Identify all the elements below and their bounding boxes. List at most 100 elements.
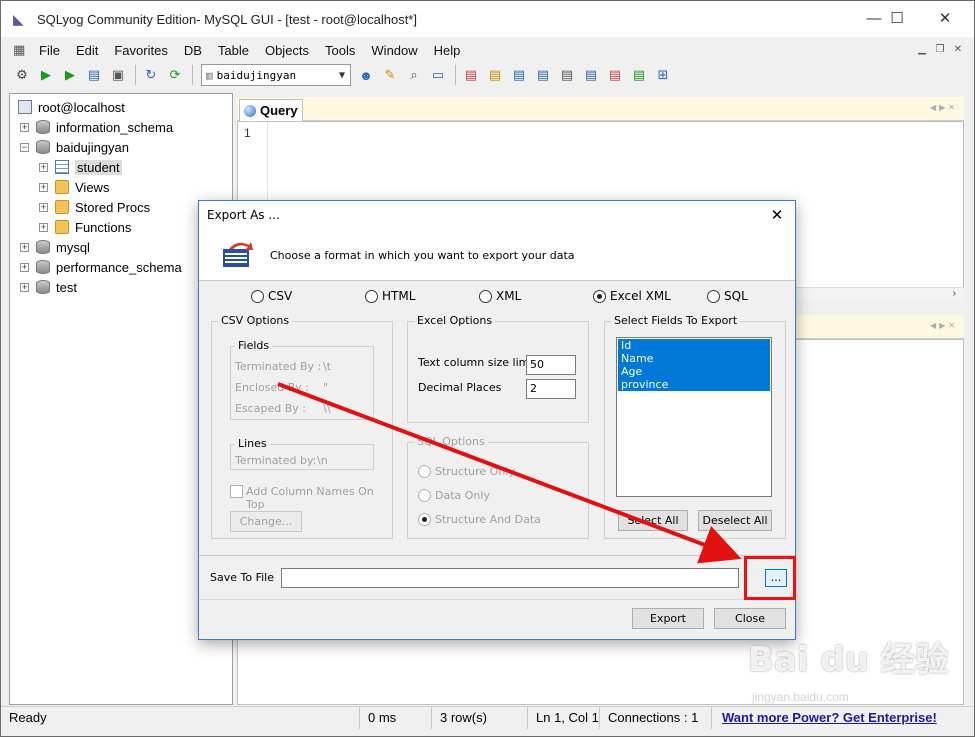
execute-query-icon[interactable]: ▶ (35, 64, 57, 86)
tree-db-mysql[interactable]: + mysql (20, 237, 90, 257)
tab-scroll-arrows-icon[interactable]: ◀▶✕ (930, 321, 958, 330)
maximize-button[interactable]: ☐ (874, 1, 920, 37)
tree-table-student[interactable]: + student (39, 157, 122, 177)
radio-circle (479, 289, 492, 303)
menu-edit[interactable]: Edit (68, 43, 106, 58)
toolbar-separator (192, 65, 193, 85)
stop-query-icon[interactable]: ▣ (107, 64, 129, 86)
menu-help[interactable]: Help (426, 43, 469, 58)
execute-edit-icon[interactable]: ▤ (83, 64, 105, 86)
select-all-button[interactable]: Select All (618, 510, 688, 531)
tree-db-information-schema[interactable]: + information_schema (20, 117, 173, 137)
decimal-places-input[interactable]: 2 (526, 379, 576, 399)
format-radio-csv[interactable]: CSV (251, 289, 292, 303)
deselect-all-button[interactable]: Deselect All (698, 510, 772, 531)
structure-icon[interactable]: ⊞ (652, 64, 674, 86)
mdi-restore-icon[interactable]: ❐ (931, 42, 949, 58)
tree-label: root@localhost (38, 99, 125, 115)
group-title: Fields (235, 339, 273, 352)
save-to-file-input[interactable] (281, 568, 739, 588)
format-radio-sql[interactable]: SQL (707, 289, 748, 303)
scroll-right-icon[interactable]: › (953, 288, 956, 299)
tab-query[interactable]: Query (239, 99, 303, 121)
refresh-icon[interactable]: ↻ (140, 64, 162, 86)
scheduled-backup-icon[interactable]: ▤ (604, 64, 626, 86)
backup-icon[interactable]: ▤ (460, 64, 482, 86)
search-icon[interactable]: ⌕ (403, 64, 425, 86)
view-mode-icon[interactable]: ▭ (427, 64, 449, 86)
tree-db-performance-schema[interactable]: + performance_schema (20, 257, 182, 277)
sql-option-label: Structure Only (435, 465, 515, 478)
format-label: HTML (382, 289, 416, 303)
format-radio-excel-xml[interactable]: Excel XML (593, 289, 671, 303)
expand-icon[interactable]: + (39, 202, 48, 212)
tree-folder-views[interactable]: + Views (39, 177, 109, 197)
dialog-close-icon[interactable]: ✕ (767, 201, 787, 229)
database-select[interactable]: ▥ baidujingyan ▼ (201, 64, 351, 86)
format-radio-xml[interactable]: XML (479, 289, 521, 303)
import-icon[interactable]: ▤ (484, 64, 506, 86)
menu-file[interactable]: File (31, 43, 68, 58)
expand-icon[interactable]: + (39, 182, 48, 192)
status-row-count: 3 row(s) (432, 706, 528, 729)
execute-all-icon[interactable]: ▶ (59, 64, 81, 86)
user-manager-icon[interactable]: ☻ (355, 64, 377, 86)
tree-db-baidujingyan[interactable]: − baidujingyan (20, 137, 129, 157)
cleanup-icon[interactable]: ✎ (379, 64, 401, 86)
enterprise-promo-link[interactable]: Want more Power? Get Enterprise! (712, 710, 937, 725)
notification-icon[interactable]: ▤ (628, 64, 650, 86)
mdi-close-icon[interactable]: ✕ (949, 42, 967, 58)
close-dialog-button[interactable]: Close (714, 608, 786, 629)
status-state: Ready (1, 706, 360, 729)
schema-designer-icon[interactable]: ▤ (580, 64, 602, 86)
change-button[interactable]: Change... (230, 511, 302, 532)
tree-folder-functions[interactable]: + Functions (39, 217, 131, 237)
format-radio-html[interactable]: HTML (365, 289, 415, 303)
expand-icon[interactable]: + (20, 242, 29, 252)
tab-scroll-arrows-icon[interactable]: ◀▶✕ (930, 103, 958, 112)
menu-db[interactable]: DB (176, 43, 210, 58)
expand-icon[interactable]: + (39, 222, 48, 232)
lines-terminated-label: Terminated by: (235, 454, 317, 467)
text-column-size-input[interactable]: 50 (526, 355, 576, 375)
group-title: Select Fields To Export (611, 314, 741, 327)
expand-icon[interactable]: + (20, 122, 29, 132)
list-item[interactable]: Id (618, 339, 770, 352)
menu-objects[interactable]: Objects (257, 43, 317, 58)
expand-icon[interactable]: + (20, 262, 29, 272)
csv-lines-group: Lines Terminated by: \n (230, 437, 374, 470)
new-connection-icon[interactable]: ⚙ (11, 64, 33, 86)
query-builder-icon[interactable]: ▤ (556, 64, 578, 86)
escaped-by-label: Escaped By : (235, 402, 306, 415)
radio-circle (251, 289, 264, 303)
radio-circle (707, 289, 720, 303)
collapse-icon[interactable]: − (20, 142, 29, 152)
menu-favorites[interactable]: Favorites (106, 43, 175, 58)
fields-listbox[interactable]: Id Name Age province (616, 337, 772, 497)
add-column-names-checkbox[interactable] (230, 485, 243, 498)
export-button[interactable]: Export (632, 608, 704, 629)
folder-icon (55, 200, 69, 214)
tree-server-root[interactable]: root@localhost (18, 97, 125, 117)
sql-radio-structure-only[interactable]: Structure Only (418, 465, 515, 478)
tree-folder-stored-procs[interactable]: + Stored Procs (39, 197, 150, 217)
list-item[interactable]: Name (618, 352, 770, 365)
mdi-minimize-icon[interactable]: ▁ (913, 42, 931, 58)
tree-db-test[interactable]: + test (20, 277, 77, 297)
sql-radio-data-only[interactable]: Data Only (418, 489, 490, 502)
tree-label: performance_schema (56, 259, 182, 275)
sync-icon[interactable]: ⟳ (164, 64, 186, 86)
list-item[interactable]: Age (618, 365, 770, 378)
expand-icon[interactable]: + (39, 162, 48, 172)
sql-radio-structure-and-data[interactable]: Structure And Data (418, 513, 541, 526)
menu-tools[interactable]: Tools (317, 43, 363, 58)
add-column-names-label: Add Column Names On Top (246, 485, 374, 511)
menu-table[interactable]: Table (210, 43, 257, 58)
list-item[interactable]: province (618, 378, 770, 391)
close-button[interactable]: ✕ (922, 1, 968, 37)
dialog-title: Export As ... (199, 201, 795, 229)
data-sync-icon[interactable]: ▤ (532, 64, 554, 86)
expand-icon[interactable]: + (20, 282, 29, 292)
menu-window[interactable]: Window (363, 43, 425, 58)
schema-sync-icon[interactable]: ▤ (508, 64, 530, 86)
